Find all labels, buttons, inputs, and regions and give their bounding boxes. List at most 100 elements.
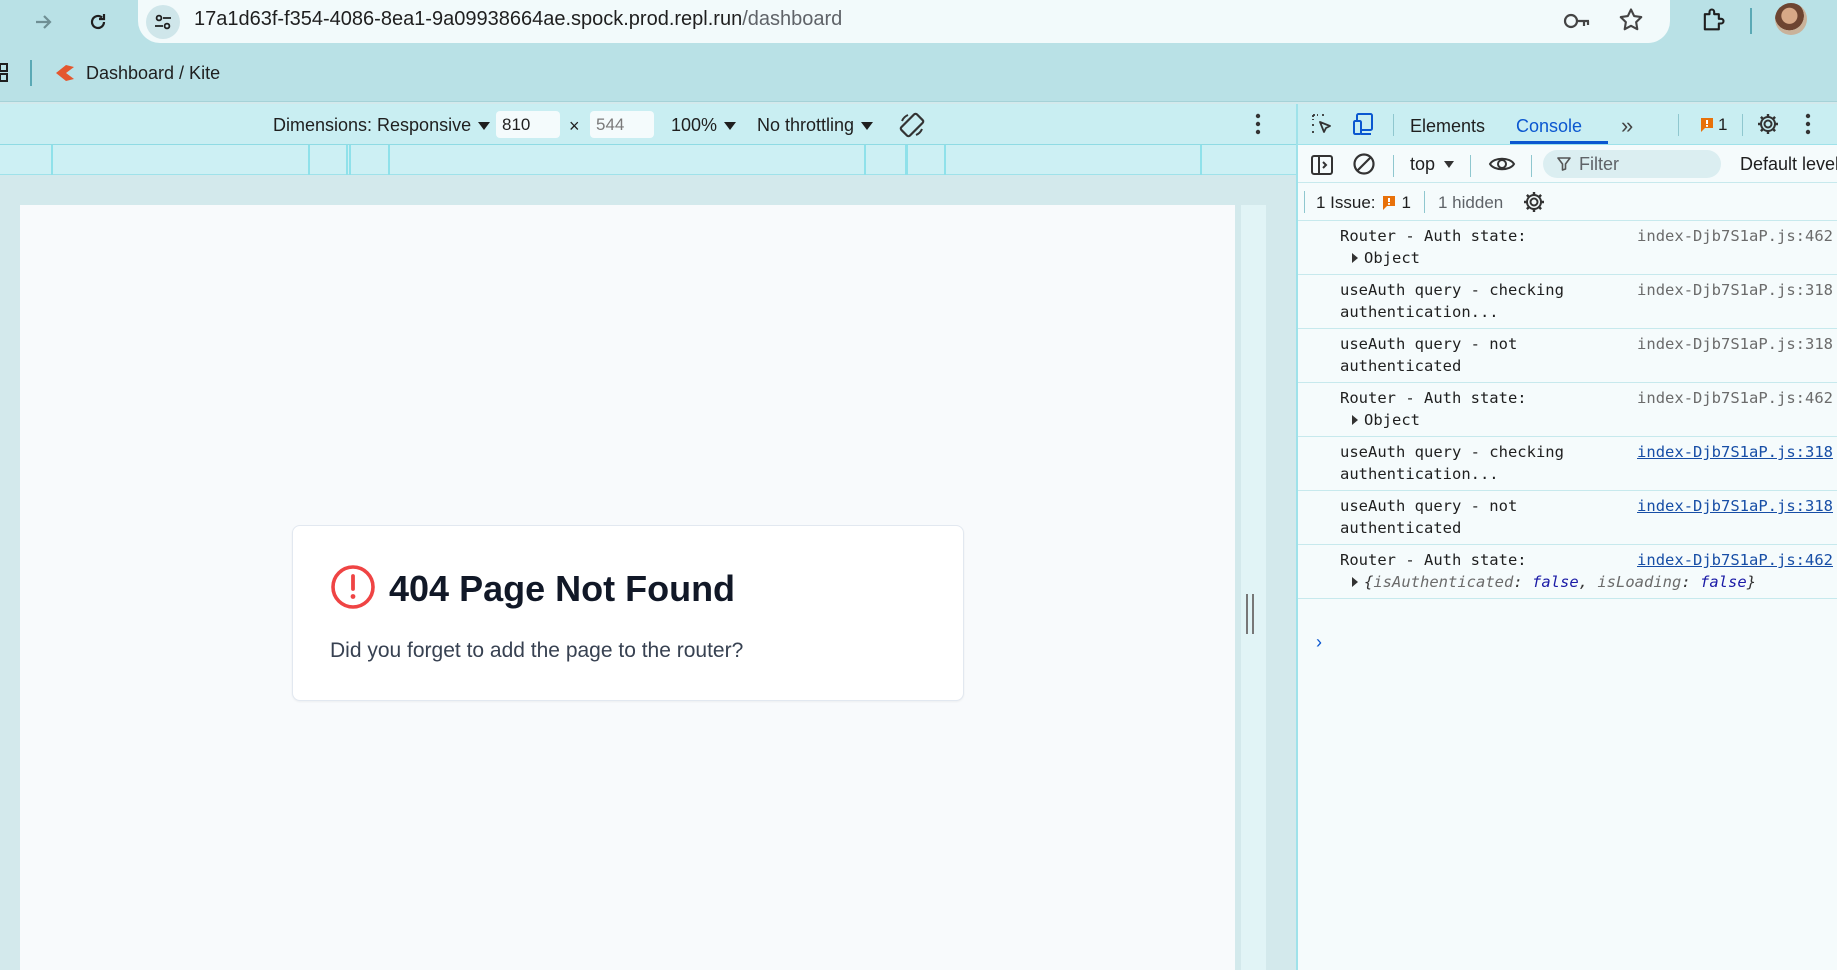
console-message: useAuth query - checking authentication.… [1298,275,1837,329]
issue-flag-icon [1382,196,1395,210]
live-expression-eye-icon[interactable] [1488,154,1516,179]
ruler-tick [51,145,53,175]
issues-badge[interactable]: 1 [1700,115,1727,135]
resize-grip[interactable] [1246,594,1254,634]
object-expander[interactable]: Object [1340,247,1833,269]
devtools-tab-bar: Elements Console » 1 [1298,104,1837,145]
devtools-menu-icon[interactable] [1804,113,1812,140]
source-link[interactable]: index-Djb7S1aP.js:462 [1637,225,1833,247]
issues-separator [1304,191,1305,213]
source-link[interactable]: index-Djb7S1aP.js:318 [1637,441,1833,463]
url-path: /dashboard [742,8,843,30]
dimension-separator: × [569,116,580,136]
source-link[interactable]: index-Djb7S1aP.js:318 [1637,333,1833,355]
expand-triangle-icon [1352,253,1358,263]
issues-badge-count: 1 [1718,115,1728,134]
zoom-select[interactable]: 100% [671,115,737,136]
active-tab-indicator [1510,141,1608,144]
browser-top-bar: 17a1d63f-f354-4086-8ea1-9a09938664ae.spo… [0,0,1837,44]
tab-elements[interactable]: Elements [1410,116,1485,137]
settings-gear-icon[interactable] [1756,112,1780,141]
filter-input[interactable]: Filter [1543,150,1721,178]
ruler-tick [944,145,946,175]
message-text: Router - Auth state: [1340,389,1527,407]
more-tabs-button[interactable]: » [1621,113,1633,139]
colon: : [1681,573,1701,591]
bookmark-star-icon[interactable] [1617,6,1645,39]
console-toolbar: top Filter Default levels [1298,145,1837,183]
bookmark-kite[interactable]: Dashboard / Kite [54,60,220,86]
toolbar-separator [1531,155,1532,177]
password-key-icon[interactable] [1562,8,1592,39]
viewport-resize-handle[interactable] [1241,205,1266,970]
rotate-icon[interactable] [898,111,926,144]
console-prompt[interactable]: › [1316,632,1322,653]
devtools-panel: Elements Console » 1 top Filter Default … [1296,104,1837,970]
object-expander[interactable]: {isAuthenticated: false, isLoading: fals… [1340,571,1833,593]
caret-down-icon [478,121,491,130]
object-value: false [1532,573,1579,591]
toolbar-separator [1470,155,1471,177]
source-link[interactable]: index-Djb7S1aP.js:318 [1637,495,1833,517]
console-message: useAuth query - not authenticated index-… [1298,329,1837,383]
device-toolbar: Dimensions: Responsive 810 × 544 100% No… [0,104,1296,145]
profile-avatar[interactable] [1775,3,1807,35]
address-bar[interactable]: 17a1d63f-f354-4086-8ea1-9a09938664ae.spo… [138,0,1670,43]
more-options-icon[interactable] [1254,113,1262,140]
issues-count: 1 [1401,193,1412,212]
message-text: Router - Auth state: [1340,227,1527,245]
clear-console-icon[interactable] [1352,152,1376,181]
height-input[interactable]: 544 [590,111,654,138]
log-levels-select[interactable]: Default levels [1740,154,1837,175]
reload-icon [90,14,106,30]
reload-button[interactable] [80,4,116,40]
apps-grid-icon[interactable] [0,63,10,88]
width-input[interactable]: 810 [496,111,560,138]
console-sidebar-icon[interactable] [1310,153,1334,182]
message-text: useAuth query - not authenticated [1340,497,1527,537]
source-link[interactable]: index-Djb7S1aP.js:462 [1637,549,1833,571]
brace-open: { [1364,573,1374,591]
ruler-tick [308,145,310,175]
comma: , [1578,573,1598,591]
ruler-tick [906,145,908,175]
message-text: useAuth query - not authenticated [1340,335,1527,375]
device-toggle-icon[interactable] [1352,112,1378,141]
hidden-messages-count: 1 hidden [1438,193,1504,212]
issues-separator [1424,191,1425,213]
console-message: Router - Auth state: index-Djb7S1aP.js:4… [1298,545,1837,599]
site-info-button[interactable] [146,5,180,39]
issues-label: 1 Issue: [1316,193,1376,212]
tab-console[interactable]: Console [1516,116,1582,137]
issue-flag-icon [1701,118,1713,132]
throttling-select[interactable]: No throttling [757,115,874,136]
object-label: Object [1364,249,1420,267]
media-query-ruler [0,145,1296,175]
kite-logo-icon [56,65,74,81]
forward-button[interactable] [26,4,62,40]
inspect-element-icon[interactable] [1310,112,1334,141]
console-settings-gear-icon[interactable] [1522,190,1546,219]
context-value: top [1410,154,1436,174]
bookmark-divider [30,60,32,86]
ruler-tick [1200,145,1202,175]
arrow-right-icon [36,15,52,29]
message-text: Router - Auth state: [1340,551,1527,569]
extensions-icon[interactable] [1699,6,1727,39]
toolbar-divider [1750,8,1752,34]
tab-separator [1678,114,1679,136]
issues-bar: 1 Issue: 1 1 hidden [1298,183,1837,221]
source-link[interactable]: index-Djb7S1aP.js:318 [1637,279,1833,301]
bookmarks-bar: Dashboard / Kite [0,44,1837,102]
ruler-tick [349,145,351,175]
dimensions-select[interactable]: Dimensions: Responsive [273,115,491,136]
object-expander[interactable]: Object [1340,409,1833,431]
context-select[interactable]: top [1410,154,1455,175]
expand-triangle-icon [1352,415,1358,425]
url-host: 17a1d63f-f354-4086-8ea1-9a09938664ae.spo… [194,8,743,30]
console-message: Router - Auth state: index-Djb7S1aP.js:4… [1298,383,1837,437]
issues-link[interactable]: 1 Issue: 1 [1316,193,1411,213]
source-link[interactable]: index-Djb7S1aP.js:462 [1637,387,1833,409]
tab-separator [1742,114,1743,136]
url-text[interactable]: 17a1d63f-f354-4086-8ea1-9a09938664ae.spo… [194,7,842,31]
